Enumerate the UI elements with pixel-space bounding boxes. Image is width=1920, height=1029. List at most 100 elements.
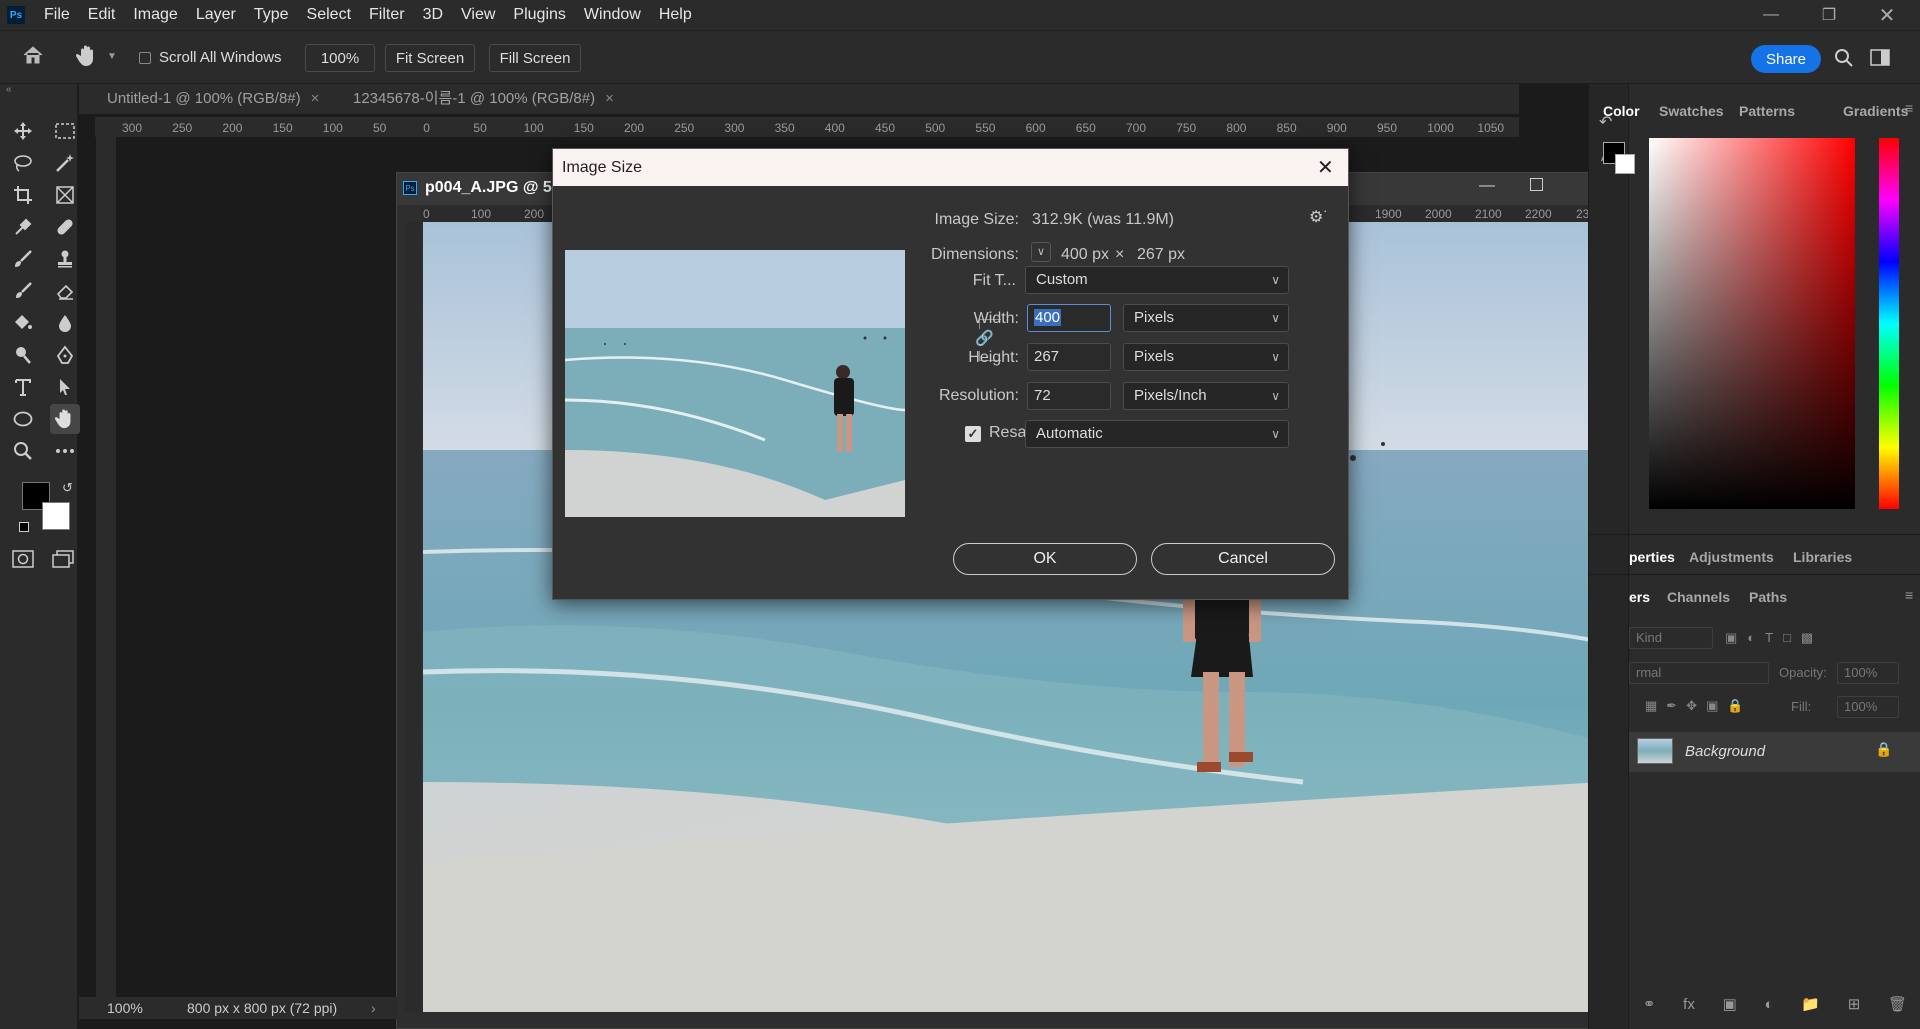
- menu-filter[interactable]: Filter: [360, 0, 414, 30]
- fill-screen-button[interactable]: Fill Screen: [489, 44, 581, 72]
- menu-view[interactable]: View: [452, 0, 504, 30]
- menu-type[interactable]: Type: [245, 0, 298, 30]
- resample-checkbox[interactable]: ✓: [965, 426, 981, 442]
- tab-libraries[interactable]: Libraries: [1793, 549, 1852, 565]
- frame-tool-icon[interactable]: [50, 180, 80, 210]
- tab-layers[interactable]: ers: [1629, 589, 1650, 605]
- blend-mode-select[interactable]: rmal: [1629, 662, 1769, 684]
- more-tools-icon[interactable]: [50, 436, 80, 466]
- filter-kind-select[interactable]: Kind: [1629, 627, 1713, 649]
- resample-select[interactable]: Automatic ∨: [1025, 420, 1289, 448]
- workspace-icon[interactable]: [1870, 49, 1892, 67]
- height-unit-select[interactable]: Pixels ∨: [1123, 343, 1289, 371]
- fit-screen-button[interactable]: Fit Screen: [385, 44, 475, 72]
- scroll-all-windows-checkbox[interactable]: [139, 52, 151, 64]
- ok-button[interactable]: OK: [953, 543, 1137, 575]
- menu-window[interactable]: Window: [575, 0, 650, 30]
- resolution-unit-select[interactable]: Pixels/Inch ∨: [1123, 382, 1289, 410]
- healing-brush-icon[interactable]: [50, 212, 80, 242]
- path-selection-icon[interactable]: [50, 372, 80, 402]
- opacity-input[interactable]: 100%: [1837, 662, 1899, 684]
- swap-colors-icon[interactable]: ↺: [62, 480, 73, 496]
- layer-filter-icons[interactable]: ▣◐T□▩: [1725, 630, 1823, 646]
- paint-bucket-icon[interactable]: [8, 308, 38, 338]
- status-zoom[interactable]: 100%: [107, 1000, 143, 1016]
- lasso-tool-icon[interactable]: [8, 148, 38, 178]
- menu-file[interactable]: File: [35, 0, 79, 30]
- tab-gradients[interactable]: Gradients: [1843, 103, 1908, 119]
- menu-edit[interactable]: Edit: [79, 0, 125, 30]
- tab-properties[interactable]: perties: [1629, 549, 1675, 565]
- move-tool-icon[interactable]: [8, 116, 38, 146]
- close-icon[interactable]: ✕: [1858, 0, 1916, 30]
- doc-maximize-icon[interactable]: [1530, 178, 1543, 191]
- width-input[interactable]: 400: [1027, 304, 1111, 332]
- tab-untitled-1[interactable]: Untitled-1 @ 100% (RGB/8#) ×: [79, 84, 319, 114]
- magic-wand-icon[interactable]: [50, 148, 80, 178]
- dialog-close-icon[interactable]: ✕: [1317, 155, 1334, 180]
- blur-tool-icon[interactable]: [50, 308, 80, 338]
- link-layers-icon[interactable]: ⚭: [1643, 995, 1656, 1013]
- pen-tool-icon[interactable]: [50, 340, 80, 370]
- crop-tool-icon[interactable]: [8, 180, 38, 210]
- menu-select[interactable]: Select: [298, 0, 360, 30]
- hand-tool-active-icon[interactable]: [50, 404, 80, 434]
- background-color-swatch[interactable]: [42, 502, 70, 530]
- close-tab-icon[interactable]: ×: [311, 90, 320, 107]
- tab-color-label[interactable]: Color: [1603, 103, 1640, 119]
- minimize-icon[interactable]: —: [1742, 0, 1800, 30]
- restore-icon[interactable]: ❐: [1800, 0, 1858, 30]
- menu-3d[interactable]: 3D: [414, 0, 452, 30]
- hand-tool-icon[interactable]: [76, 44, 98, 68]
- chevron-down-icon[interactable]: ▼: [107, 51, 117, 62]
- group-icon[interactable]: 📁: [1801, 995, 1820, 1013]
- resolution-input[interactable]: 72: [1027, 382, 1111, 410]
- new-layer-icon[interactable]: ⊞: [1848, 995, 1861, 1013]
- hue-slider[interactable]: [1879, 138, 1899, 509]
- cancel-button[interactable]: Cancel: [1151, 543, 1335, 575]
- tab-paths[interactable]: Paths: [1749, 589, 1787, 605]
- type-tool-icon[interactable]: [8, 372, 38, 402]
- marquee-tool-icon[interactable]: [50, 116, 80, 146]
- tab-adjustments[interactable]: Adjustments: [1689, 549, 1774, 565]
- lock-icons[interactable]: ▦✒✥▣🔒: [1645, 698, 1753, 714]
- zoom-tool-icon[interactable]: [8, 436, 38, 466]
- eyedropper-icon[interactable]: [8, 212, 38, 242]
- tab-patterns[interactable]: Patterns: [1739, 103, 1795, 119]
- fill-input[interactable]: 100%: [1837, 696, 1899, 718]
- image-preview[interactable]: [565, 250, 905, 517]
- menu-plugins[interactable]: Plugins: [504, 0, 574, 30]
- dodge-tool-icon[interactable]: [8, 340, 38, 370]
- doc-minimize-icon[interactable]: —: [1479, 177, 1495, 195]
- color-bg-swatch[interactable]: [1615, 154, 1635, 174]
- lock-icon[interactable]: 🔒: [1875, 741, 1892, 758]
- share-button[interactable]: Share: [1751, 45, 1821, 73]
- brush-tool-icon[interactable]: [8, 244, 38, 274]
- mask-icon[interactable]: ▣: [1723, 995, 1737, 1013]
- eraser-tool-icon[interactable]: [50, 276, 80, 306]
- collapse-icon[interactable]: «: [6, 84, 12, 95]
- zoom-100-button[interactable]: 100%: [305, 44, 375, 72]
- panel-menu-icon[interactable]: ≡: [1905, 100, 1913, 116]
- color-picker-field[interactable]: [1649, 138, 1855, 509]
- settings-gear-icon[interactable]: ⚙˙: [1309, 207, 1329, 227]
- quick-mask-icon[interactable]: [12, 550, 34, 568]
- fit-to-select[interactable]: Custom ∨: [1025, 266, 1289, 294]
- fx-icon[interactable]: fx: [1683, 996, 1695, 1013]
- default-colors-icon[interactable]: [19, 522, 29, 532]
- menu-layer[interactable]: Layer: [187, 0, 245, 30]
- trash-icon[interactable]: 🗑: [1888, 995, 1907, 1013]
- width-unit-select[interactable]: Pixels ∨: [1123, 304, 1289, 332]
- adjustment-icon[interactable]: ◐: [1765, 996, 1774, 1013]
- screen-mode-icon[interactable]: [52, 550, 74, 568]
- tab-12345678[interactable]: 12345678-이름-1 @ 100% (RGB/8#) ×: [325, 84, 614, 114]
- close-tab-icon[interactable]: ×: [605, 90, 614, 107]
- history-brush-icon[interactable]: [8, 276, 38, 306]
- tab-swatches[interactable]: Swatches: [1659, 103, 1724, 119]
- home-icon[interactable]: [22, 45, 44, 65]
- tab-channels[interactable]: Channels: [1667, 589, 1730, 605]
- stamp-tool-icon[interactable]: [50, 244, 80, 274]
- layers-menu-icon[interactable]: ≡: [1905, 587, 1913, 603]
- dimensions-unit-dropdown[interactable]: ∨: [1031, 242, 1051, 262]
- chain-link-icon[interactable]: 🔗: [975, 329, 994, 351]
